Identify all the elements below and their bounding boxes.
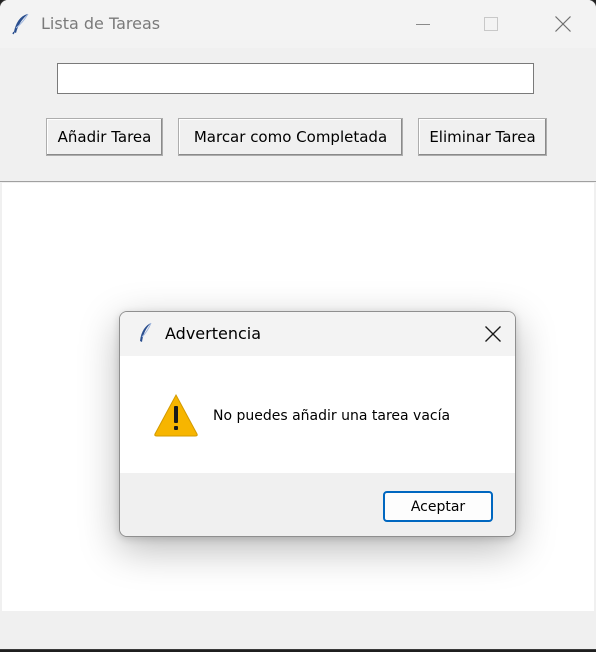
task-input[interactable] xyxy=(57,63,534,94)
minimize-icon xyxy=(416,24,430,25)
minimize-button[interactable] xyxy=(400,0,446,48)
title-bar[interactable]: Lista de Tareas xyxy=(0,0,596,48)
dialog-message: No puedes añadir una tarea vacía xyxy=(213,408,451,424)
window-title: Lista de Tareas xyxy=(41,14,161,33)
close-icon xyxy=(485,326,501,342)
dialog-footer: Aceptar xyxy=(120,473,515,536)
dialog-body: No puedes añadir una tarea vacía xyxy=(120,356,515,473)
separator xyxy=(0,181,596,182)
feather-icon xyxy=(12,13,29,35)
add-task-button[interactable]: Añadir Tarea xyxy=(46,118,163,156)
dialog-close-button[interactable] xyxy=(469,312,515,356)
dialog-title: Advertencia xyxy=(165,324,262,343)
close-button[interactable] xyxy=(540,0,586,48)
dialog-title-bar[interactable]: Advertencia xyxy=(120,312,515,356)
warning-icon xyxy=(154,393,198,437)
mark-complete-button[interactable]: Marcar como Completada xyxy=(178,118,403,156)
close-icon xyxy=(555,16,571,32)
maximize-button[interactable] xyxy=(468,0,514,48)
bottom-strip xyxy=(0,611,596,649)
delete-task-button[interactable]: Eliminar Tarea xyxy=(418,118,547,156)
feather-icon xyxy=(140,322,152,342)
warning-dialog: Advertencia No puedes añadir una tarea v… xyxy=(119,311,516,537)
maximize-icon xyxy=(484,17,498,31)
accept-button[interactable]: Aceptar xyxy=(383,491,493,522)
